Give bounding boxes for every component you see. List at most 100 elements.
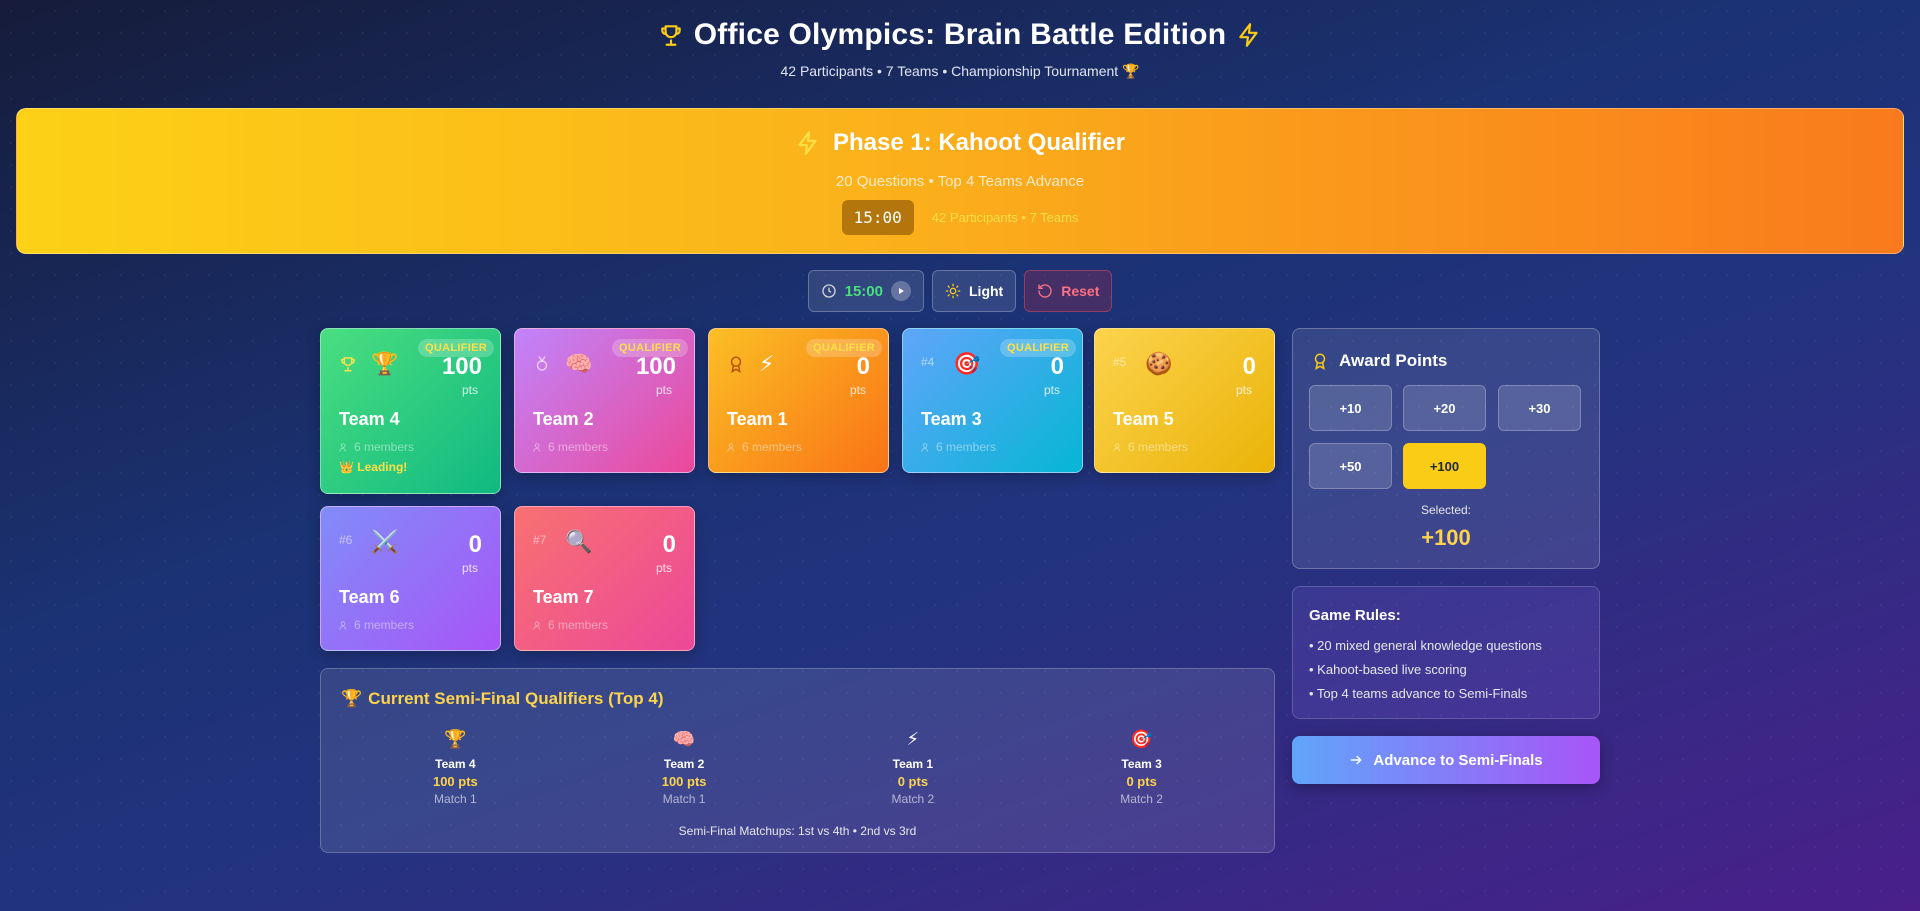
rule-item: • Kahoot-based live scoring <box>1309 662 1467 677</box>
team-card[interactable]: #5 🍪 0 pts Team 5 6 members <box>1094 328 1275 473</box>
award-20-button[interactable]: +20 <box>1403 385 1486 431</box>
award-50-button[interactable]: +50 <box>1309 443 1392 489</box>
users-icon <box>339 442 346 452</box>
rules-list: • 20 mixed general knowledge questions •… <box>1309 634 1583 706</box>
theme-toggle-label: Light <box>969 283 1004 299</box>
clock-icon <box>821 284 836 298</box>
rank-label: #5 <box>1113 355 1127 369</box>
reset-button[interactable]: Reset <box>1024 270 1113 312</box>
users-icon <box>727 442 734 452</box>
phase-subtitle: 20 Questions • Top 4 Teams Advance <box>835 173 1085 190</box>
points-label: pts <box>849 383 866 397</box>
page-subtitle: 42 Participants • 7 Teams • Championship… <box>780 63 1140 79</box>
rank-label: #4 <box>921 355 935 369</box>
award-icon <box>1314 353 1326 370</box>
users-icon <box>339 620 346 630</box>
users-icon <box>1113 442 1120 452</box>
team-score: 100 <box>441 353 482 380</box>
rule-item: • Top 4 teams advance to Semi-Finals <box>1309 686 1528 701</box>
team-card[interactable]: #7 🔍 0 pts Team 7 6 members <box>514 506 695 651</box>
team-emoji: 🎯 <box>953 351 981 376</box>
phase-banner: Phase 1: Kahoot Qualifier 20 Questions •… <box>16 108 1904 254</box>
sun-icon <box>945 283 961 299</box>
team-card[interactable]: QUALIFIER ⚡ 0 pts Team 1 6 members <box>708 328 889 473</box>
team-score: 0 <box>1242 353 1256 380</box>
trophy-icon: 🏆 <box>341 689 363 708</box>
title-text: Office Olympics: Brain Battle Edition <box>693 18 1227 51</box>
qualifier-item: 🎯 Team 3 0 pts Match 2 <box>1027 729 1256 806</box>
award-30-button[interactable]: +30 <box>1498 385 1581 431</box>
team-name: Team 5 <box>1113 409 1174 429</box>
phase-info-row: 15:00 42 Participants • 7 Teams <box>841 200 1079 235</box>
team-emoji: ⚔️ <box>371 529 399 554</box>
points-label: pts <box>655 383 672 397</box>
team-members: 6 members <box>533 440 608 454</box>
reset-icon <box>1038 284 1052 298</box>
rule-item: • 20 mixed general knowledge questions <box>1309 638 1542 653</box>
qualifier-emoji: 🎯 <box>1130 729 1153 749</box>
points-label: pts <box>655 561 672 575</box>
semis-matchups: Semi-Final Matchups: 1st vs 4th • 2nd vs… <box>678 824 917 838</box>
control-bar: 15:00 Light Reset <box>0 270 1920 312</box>
team-card[interactable]: QUALIFIER #4 🎯 0 pts Team 3 6 members <box>902 328 1083 473</box>
award-100-button[interactable]: +100 <box>1403 443 1486 489</box>
qualifier-points: 0 pts <box>897 774 929 789</box>
rank-indicator <box>727 355 745 373</box>
team-emoji: 🍪 <box>1145 351 1173 376</box>
lightning-icon <box>1239 23 1258 47</box>
points-label: pts <box>1235 383 1252 397</box>
selected-value: +100 <box>1421 525 1471 550</box>
users-icon <box>533 620 540 630</box>
trophy-icon <box>341 357 355 372</box>
qualifier-name: Team 1 <box>892 757 934 771</box>
team-members: 6 members <box>727 440 802 454</box>
qualifier-badge: QUALIFIER <box>1000 339 1076 357</box>
play-icon <box>899 288 904 294</box>
qualifier-match: Match 2 <box>1120 792 1163 806</box>
team-emoji: 🧠 <box>565 351 593 376</box>
qualifier-name: Team 2 <box>663 757 705 771</box>
advance-label: Advance to Semi-Finals <box>1373 751 1543 769</box>
award-points-panel: Award Points +10 +20 +30 +50 +100 Select… <box>1292 328 1600 569</box>
phase-participants: 42 Participants • 7 Teams <box>931 210 1079 225</box>
qualifier-points: 0 pts <box>1126 774 1157 789</box>
team-card[interactable]: QUALIFIER 🧠 100 pts Team 2 6 members <box>514 328 695 473</box>
team-card[interactable]: #6 ⚔️ 0 pts Team 6 6 members <box>320 506 501 651</box>
rules-title: Game Rules: <box>1309 607 1401 624</box>
timer-display: 15:00 <box>844 282 883 300</box>
qualifier-item: ⚡ Team 1 0 pts Match 2 <box>799 729 1028 806</box>
qualifier-item: 🧠 Team 2 100 pts Match 1 <box>570 729 799 806</box>
qualifier-emoji: 🏆 <box>444 729 467 749</box>
qualifier-emoji: 🧠 <box>672 729 696 749</box>
arrow-right-icon <box>1350 755 1363 765</box>
page-title: Office Olympics: Brain Battle Edition <box>658 18 1263 52</box>
team-score: 100 <box>635 353 676 380</box>
team-card[interactable]: QUALIFIER 🏆 100 pts Team 4 6 members 👑 L… <box>320 328 501 494</box>
rank-label: #7 <box>533 533 547 547</box>
qualifier-emoji: ⚡ <box>906 729 920 749</box>
lightning-icon <box>798 131 817 155</box>
award-10-button[interactable]: +10 <box>1309 385 1392 431</box>
phase-title-text: Phase 1: Kahoot Qualifier <box>832 129 1126 156</box>
play-button[interactable] <box>891 281 911 301</box>
users-icon <box>921 442 928 452</box>
qualifier-name: Team 4 <box>435 757 476 771</box>
timer-control: 15:00 <box>807 270 924 312</box>
award-icon <box>730 356 742 373</box>
qualifier-match: Match 2 <box>891 792 935 806</box>
team-name: Team 2 <box>533 409 594 429</box>
phase-title: Phase 1: Kahoot Qualifier <box>795 129 1125 157</box>
rank-indicator <box>533 355 551 373</box>
team-name: Team 6 <box>339 587 400 607</box>
team-members: 6 members <box>1113 440 1188 454</box>
leading-indicator: 👑 Leading! <box>339 460 408 474</box>
points-label: pts <box>461 383 478 397</box>
phase-timer: 15:00 <box>841 200 914 235</box>
team-name: Team 4 <box>339 409 400 429</box>
theme-toggle-button[interactable]: Light <box>932 270 1017 312</box>
advance-to-semifinals-button[interactable]: Advance to Semi-Finals <box>1292 736 1600 784</box>
team-name: Team 3 <box>921 409 982 429</box>
qualifier-match: Match 1 <box>662 792 706 806</box>
team-members: 6 members <box>339 440 414 454</box>
award-title: Award Points <box>1311 351 1447 371</box>
